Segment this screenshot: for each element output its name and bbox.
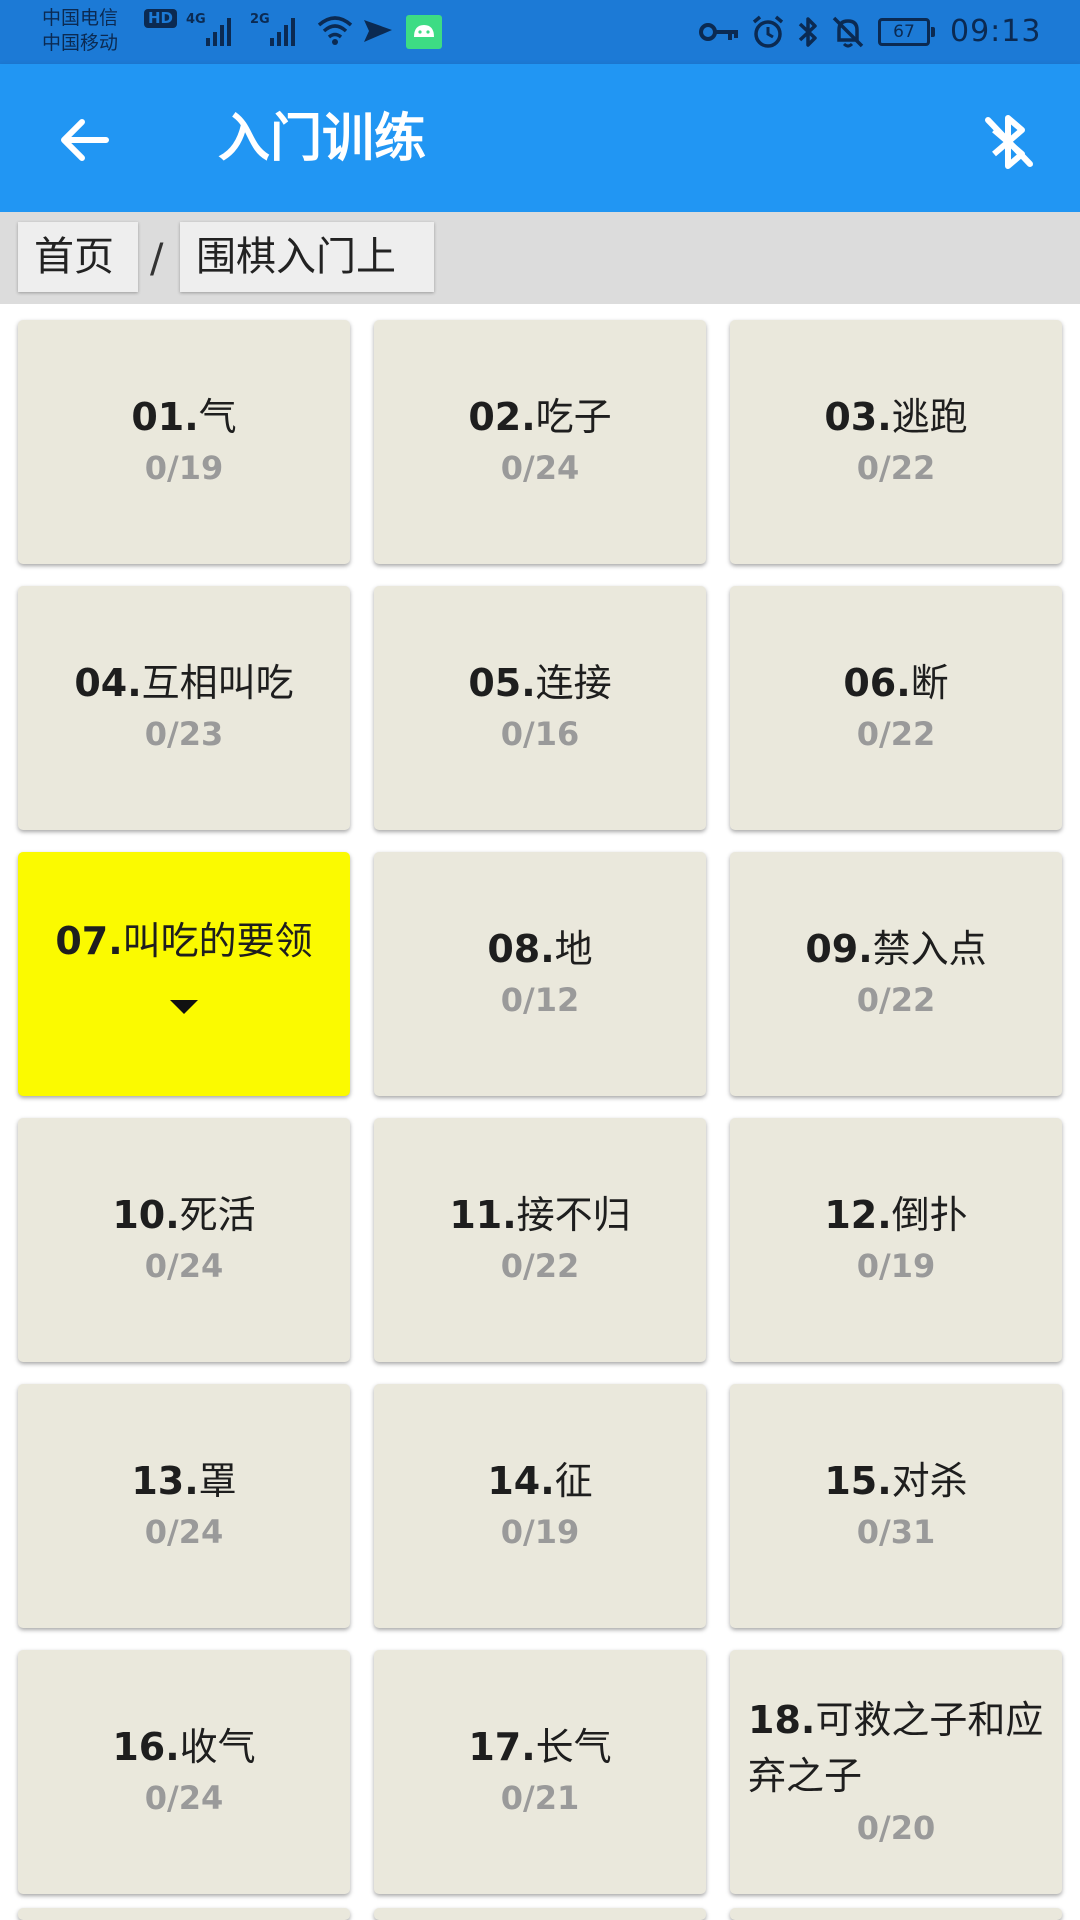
lesson-tile[interactable]: 14.征 0/19 (374, 1384, 706, 1628)
lesson-tile-partial[interactable] (18, 1908, 350, 1920)
wifi-icon (317, 16, 353, 45)
lesson-tile[interactable]: 06.断 0/22 (730, 586, 1062, 830)
lesson-title: 09.禁入点 (805, 927, 987, 971)
lesson-title: 08.地 (487, 927, 593, 971)
status-bar: 中国电信 中国移动 HD 4G 2G 67 09:13 (0, 0, 1080, 64)
lesson-progress: 0/23 (144, 715, 224, 753)
status-time: 09:13 (950, 14, 1042, 49)
battery-indicator: 67 (878, 18, 935, 46)
lesson-progress: 0/22 (856, 715, 936, 753)
lesson-tile[interactable]: 03.逃跑 0/22 (730, 320, 1062, 564)
carrier-names: 中国电信 中国移动 (42, 6, 118, 56)
lesson-tile[interactable]: 04.互相叫吃 0/23 (18, 586, 350, 830)
breadcrumb-home[interactable]: 首页 (18, 222, 138, 292)
key-icon (699, 23, 738, 41)
lesson-title: 16.收气 (112, 1725, 256, 1769)
lesson-progress: 0/21 (500, 1779, 580, 1817)
lesson-tile[interactable]: 01.气 0/19 (18, 320, 350, 564)
lesson-title: 07.叫吃的要领 (55, 919, 313, 963)
lesson-tile-partial[interactable] (374, 1908, 706, 1920)
lesson-progress: 0/16 (500, 715, 580, 753)
lesson-progress: 0/24 (144, 1779, 224, 1817)
lesson-title: 04.互相叫吃 (74, 661, 294, 705)
lesson-tile[interactable]: 13.罩 0/24 (18, 1384, 350, 1628)
lesson-title: 11.接不归 (449, 1193, 631, 1237)
lesson-title: 12.倒扑 (824, 1193, 968, 1237)
lesson-tile[interactable]: 17.长气 0/21 (374, 1650, 706, 1894)
send-icon (364, 20, 392, 42)
mute-icon (832, 16, 864, 48)
lesson-progress: 0/31 (856, 1513, 936, 1551)
network-type-2: 2G (250, 12, 270, 27)
lesson-tile[interactable]: 16.收气 0/24 (18, 1650, 350, 1894)
lesson-title: 02.吃子 (468, 395, 612, 439)
lesson-tile-partial[interactable] (730, 1908, 1062, 1920)
lesson-progress: 0/20 (856, 1809, 936, 1847)
lesson-tile[interactable]: 18.可救之子和应弃之子 0/20 (730, 1650, 1062, 1894)
bluetooth-status-icon (798, 17, 817, 47)
page-title: 入门训练 (218, 109, 427, 169)
lesson-progress: 0/24 (500, 449, 580, 487)
lesson-progress: 0/22 (500, 1247, 580, 1285)
alarm-icon (752, 15, 784, 48)
bluetooth-disabled-icon[interactable] (978, 112, 1038, 172)
network-type-1: 4G (186, 12, 206, 27)
signal-icon (206, 18, 231, 46)
lesson-title: 15.对杀 (824, 1459, 968, 1503)
lesson-title: 06.断 (843, 661, 949, 705)
breadcrumb-separator: / (150, 236, 164, 282)
lesson-progress: 0/12 (500, 981, 580, 1019)
lesson-progress: 0/22 (856, 449, 936, 487)
lesson-tile[interactable]: 02.吃子 0/24 (374, 320, 706, 564)
back-arrow-icon[interactable] (52, 108, 116, 172)
lesson-progress: 0/19 (500, 1513, 580, 1551)
carrier-1: 中国电信 (42, 7, 119, 29)
lesson-title: 01.气 (131, 395, 237, 439)
lesson-title: 14.征 (487, 1459, 593, 1503)
lesson-title: 17.长气 (468, 1725, 612, 1769)
lesson-tile[interactable]: 09.禁入点 0/22 (730, 852, 1062, 1096)
android-icon (406, 15, 442, 49)
lesson-progress: 0/19 (856, 1247, 936, 1285)
lesson-tile[interactable]: 05.连接 0/16 (374, 586, 706, 830)
hd-badge: HD (144, 9, 178, 28)
carrier-2: 中国移动 (42, 32, 119, 54)
lesson-progress: 0/19 (144, 449, 224, 487)
lesson-progress: 0/24 (144, 1513, 224, 1551)
lesson-progress: 0/22 (856, 981, 936, 1019)
lesson-progress: 0/24 (144, 1247, 224, 1285)
lesson-tile[interactable]: 15.对杀 0/31 (730, 1384, 1062, 1628)
lesson-title: 05.连接 (468, 661, 612, 705)
lesson-tile-selected[interactable]: 07.叫吃的要领 (18, 852, 350, 1096)
app-bar: 入门训练 (0, 64, 1080, 212)
lesson-tile[interactable]: 08.地 0/12 (374, 852, 706, 1096)
lesson-tile[interactable]: 12.倒扑 0/19 (730, 1118, 1062, 1362)
lesson-grid: 01.气 0/19 02.吃子 0/24 03.逃跑 0/22 04.互相叫吃 … (0, 304, 1080, 1920)
breadcrumb-current[interactable]: 围棋入门上 (180, 222, 434, 292)
signal-icon-2 (270, 18, 295, 46)
lesson-title: 13.罩 (131, 1459, 237, 1503)
lesson-title: 10.死活 (112, 1193, 256, 1237)
caret-down-icon (170, 1000, 198, 1014)
lesson-title: 18.可救之子和应弃之子 (748, 1698, 1044, 1798)
breadcrumb: 首页 / 围棋入门上 (0, 212, 1080, 304)
lesson-title: 03.逃跑 (824, 395, 968, 439)
lesson-tile[interactable]: 11.接不归 0/22 (374, 1118, 706, 1362)
lesson-tile[interactable]: 10.死活 0/24 (18, 1118, 350, 1362)
